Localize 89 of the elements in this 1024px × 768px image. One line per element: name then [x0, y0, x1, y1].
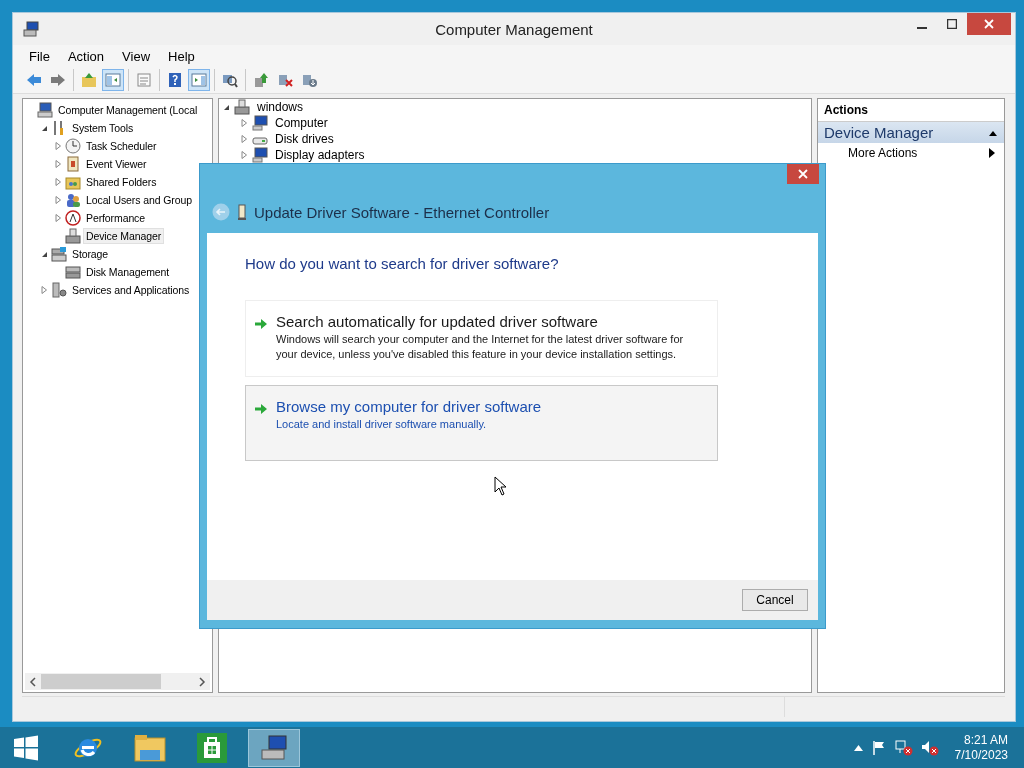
tree-item[interactable]: Shared Folders — [83, 174, 160, 190]
option-link[interactable]: Search automatically for updated driver software Windows will search your computer and the Internet for the latest driver software for your device, unless you've disabled this feature in your device installation settings. — [245, 300, 718, 377]
windows-logo-icon — [13, 734, 39, 761]
computer-management-icon — [259, 732, 289, 763]
submenu-arrow-icon — [988, 148, 996, 158]
disk-management-icon — [65, 264, 81, 280]
collapsed-arrow-icon[interactable] — [239, 118, 249, 128]
collapsed-arrow-icon[interactable] — [239, 150, 249, 160]
collapsed-arrow-icon[interactable] — [53, 177, 63, 187]
window-title: Computer Management — [435, 20, 593, 38]
computer-management-icon — [23, 21, 39, 37]
network-adapter-icon — [238, 204, 246, 220]
scroll-thumb[interactable] — [41, 674, 161, 689]
mouse-cursor-icon — [494, 476, 507, 496]
close-button[interactable] — [967, 13, 1011, 35]
console-tree-icon — [105, 72, 121, 88]
monitor-icon — [252, 147, 268, 163]
maximize-icon — [947, 19, 957, 29]
tree-item[interactable]: windows — [253, 99, 308, 116]
disable-device-icon — [277, 72, 293, 88]
properties-icon — [136, 72, 152, 88]
show-tree-button[interactable] — [102, 69, 124, 91]
clock-icon — [65, 138, 81, 154]
option-arrow-icon — [254, 317, 268, 331]
tree-item[interactable]: Performance — [83, 210, 148, 226]
option-arrow-icon — [254, 402, 268, 416]
collapsed-arrow-icon[interactable] — [239, 134, 249, 144]
menu-item[interactable]: Help — [160, 46, 203, 66]
menu-item[interactable]: Action — [59, 46, 113, 66]
tree-item[interactable]: System Tools — [69, 120, 137, 136]
performance-icon — [65, 210, 81, 226]
cancel-button[interactable]: Cancel — [742, 589, 808, 611]
speaker-muted-icon[interactable] — [920, 739, 939, 756]
menu-item[interactable]: View — [114, 46, 159, 66]
actions-section[interactable]: Device Manager — [818, 122, 1004, 143]
magnifier-computer-icon — [222, 72, 238, 88]
option-link[interactable]: Browse my computer for driver software Locate and install driver software manually. — [245, 385, 718, 461]
monitor-icon — [252, 115, 268, 131]
show-hidden-icons-icon[interactable] — [853, 744, 863, 751]
tree-item[interactable]: Local Users and Group — [83, 192, 195, 208]
help-icon — [167, 72, 183, 88]
tree-item[interactable]: Storage — [69, 246, 112, 262]
users-icon — [65, 192, 81, 208]
flag-icon[interactable] — [870, 739, 887, 756]
folder-icon — [134, 733, 166, 762]
close-icon — [984, 19, 994, 29]
network-error-icon[interactable] — [894, 739, 913, 756]
arrow-right-icon — [50, 72, 66, 88]
dialog-heading: How do you want to search for driver software? — [245, 255, 560, 272]
dialog-title: Update Driver Software - Ethernet Controller — [254, 203, 550, 221]
collapsed-arrow-icon[interactable] — [53, 213, 63, 223]
clock[interactable]: 8:21 AM 7/10/2023 — [954, 732, 1008, 763]
tree-item[interactable]: Services and Applications — [69, 282, 193, 298]
computer-icon — [37, 102, 53, 118]
action-pane-icon — [191, 72, 207, 88]
store-bag-icon — [197, 732, 227, 763]
uninstall-device-icon — [301, 72, 317, 88]
collapsed-arrow-icon[interactable] — [39, 285, 49, 295]
clock-time: 8:21 AM — [963, 732, 1008, 748]
close-button[interactable] — [787, 164, 819, 184]
tree-item[interactable]: Computer Management (Local — [55, 102, 201, 118]
device-tree-icon — [65, 228, 81, 244]
tree-item[interactable]: Computer — [271, 114, 332, 132]
update-driver-icon — [253, 72, 269, 88]
tree-item[interactable]: Event Viewer — [83, 156, 150, 172]
arrow-left-icon — [26, 72, 42, 88]
horizontal-scrollbar[interactable] — [25, 673, 210, 690]
collapsed-arrow-icon[interactable] — [53, 195, 63, 205]
storage-icon — [51, 246, 67, 262]
shared-folder-icon — [65, 174, 81, 190]
tree-item[interactable]: Disk Management — [83, 264, 173, 280]
clock-date: 7/10/2023 — [954, 747, 1008, 763]
menu-item[interactable]: File — [21, 46, 58, 66]
tree-item[interactable]: Display adapters — [271, 146, 369, 164]
action-pane-button[interactable] — [188, 69, 210, 91]
taskbar-app[interactable] — [248, 728, 300, 767]
tree-item[interactable]: Task Scheduler — [83, 138, 160, 154]
action-label: More Actions — [848, 146, 918, 160]
action-item[interactable]: More Actions — [818, 143, 1004, 163]
services-icon — [51, 282, 67, 298]
tree-item[interactable]: Device Manager — [83, 228, 165, 244]
tree-item[interactable]: Disk drives — [271, 130, 338, 148]
close-icon — [798, 169, 808, 179]
collapsed-arrow-icon[interactable] — [53, 159, 63, 169]
event-log-icon — [65, 156, 81, 172]
section-title: Device Manager — [824, 124, 934, 141]
minimize-icon — [917, 27, 927, 29]
folder-up-icon — [81, 72, 97, 88]
collapsed-arrow-icon[interactable] — [53, 141, 63, 151]
